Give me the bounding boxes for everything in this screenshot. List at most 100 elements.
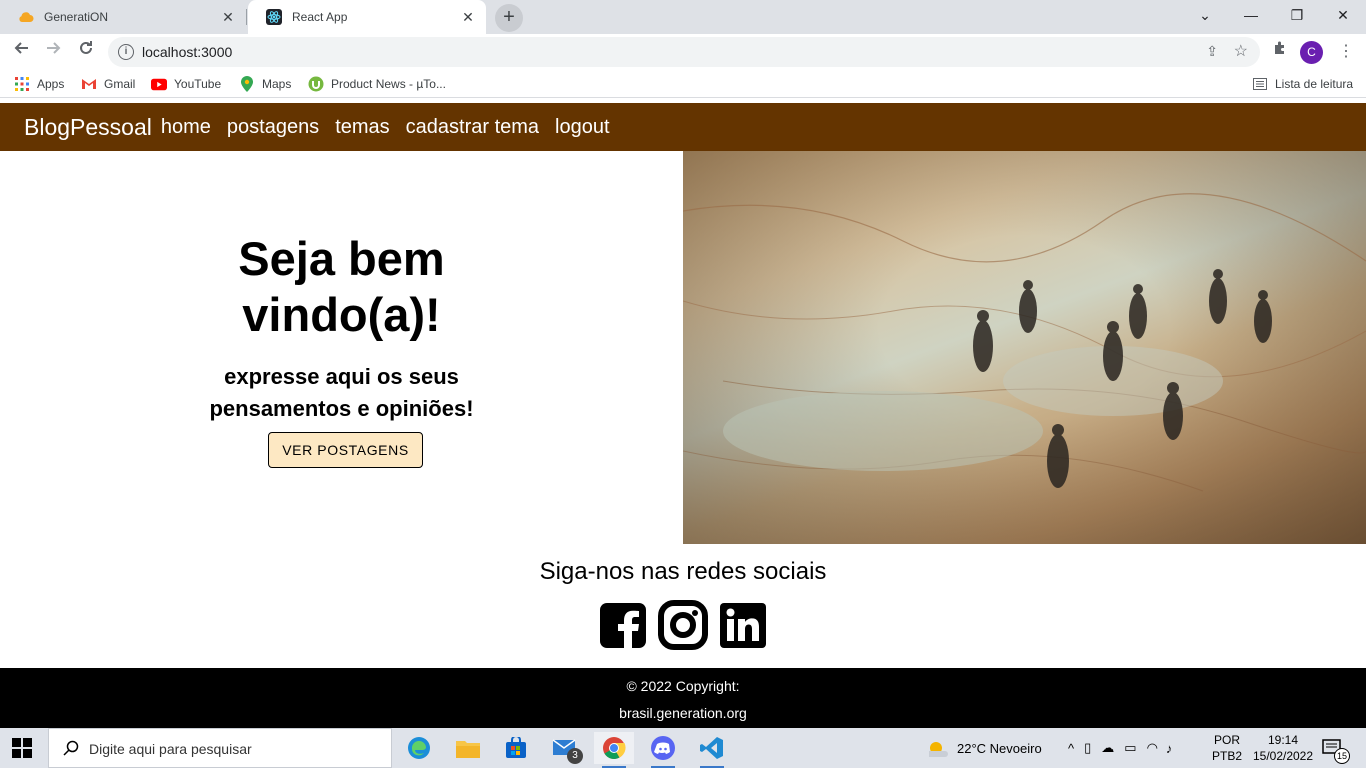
bookmark-gmail[interactable]: Gmail: [81, 75, 135, 93]
bookmark-label: Product News - µTo...: [331, 77, 446, 91]
gmail-icon: [81, 76, 97, 92]
react-icon: [266, 9, 282, 25]
language-code: POR: [1214, 733, 1241, 747]
page-footer: © 2022 Copyright: brasil.generation.org: [0, 668, 1366, 728]
site-info-icon[interactable]: i: [118, 44, 134, 60]
share-icon[interactable]: ⇪: [1206, 43, 1218, 60]
mail-badge: 3: [567, 748, 583, 764]
nav-home[interactable]: home: [161, 116, 211, 139]
bookmark-label: YouTube: [174, 77, 222, 91]
footer-link[interactable]: brasil.generation.org: [0, 705, 1366, 721]
tab-title: React App: [292, 10, 348, 24]
notification-count: 15: [1334, 748, 1350, 764]
meet-now-icon[interactable]: ▯: [1084, 740, 1091, 756]
clock[interactable]: 19:14 15/02/2022: [1248, 728, 1318, 768]
bookmark-star-icon[interactable]: ☆: [1234, 41, 1248, 61]
browser-tab-react-app[interactable]: React App ✕: [248, 0, 486, 34]
social-icons: [599, 600, 769, 652]
maps-pin-icon: [239, 76, 255, 92]
browser-tab-strip: GeneratiON ✕ React App ✕ + ⌄ — ❐ ✕: [0, 0, 1366, 34]
profile-avatar[interactable]: C: [1300, 41, 1323, 64]
windows-start-icon[interactable]: [12, 738, 32, 758]
cloud-icon: [18, 9, 34, 25]
mail-icon[interactable]: 3: [545, 732, 585, 764]
bookmark-label: Apps: [37, 77, 65, 91]
linkedin-icon[interactable]: [720, 600, 768, 650]
app-navbar: BlogPessoal home postagens temas cadastr…: [0, 103, 1366, 151]
new-tab-button[interactable]: +: [495, 4, 523, 32]
nav-temas[interactable]: temas: [335, 116, 389, 139]
browser-tab-generation[interactable]: GeneratiON ✕: [0, 0, 246, 34]
map-illustration: [683, 193, 1366, 492]
hero-title-line: Seja bem: [238, 232, 445, 285]
bookmark-product-news[interactable]: Product News - µTo...: [308, 75, 446, 93]
onedrive-icon[interactable]: ☁: [1101, 740, 1114, 756]
keyboard-layout: PTB2: [1212, 749, 1243, 763]
menu-kebab-icon[interactable]: ⋮: [1334, 40, 1358, 64]
address-bar[interactable]: i localhost:3000 ⇪ ☆: [108, 37, 1260, 67]
weather-sun-icon: [929, 742, 948, 757]
weather-widget[interactable]: 22°C Nevoeiro: [926, 728, 1042, 768]
hero-subtitle-line: expresse aqui os seus: [224, 364, 459, 389]
bookmark-label: Gmail: [104, 77, 136, 91]
battery-icon[interactable]: ▭: [1124, 740, 1136, 756]
microsoft-store-icon[interactable]: [496, 732, 536, 764]
tab-divider: [246, 9, 247, 25]
windows-taskbar: Digite aqui para pesquisar 3 22°C Nevoei…: [0, 728, 1366, 768]
instagram-icon[interactable]: [658, 600, 708, 650]
chevron-up-icon[interactable]: ^: [1068, 741, 1074, 756]
edge-icon[interactable]: [399, 732, 439, 764]
utorrent-icon: [308, 76, 324, 92]
address-text: localhost:3000: [142, 44, 233, 60]
footer-copyright: © 2022 Copyright:: [626, 678, 740, 694]
clock-date: 15/02/2022: [1252, 749, 1314, 763]
vscode-icon[interactable]: [692, 732, 732, 768]
hero-title: Seja bem vindo(a)!: [0, 231, 683, 343]
reading-list-button[interactable]: Lista de leitura: [1252, 75, 1353, 93]
ver-postagens-button[interactable]: VER POSTAGENS: [268, 432, 423, 468]
nav-logout[interactable]: logout: [555, 116, 610, 139]
browser-toolbar: i localhost:3000 ⇪ ☆ C ⋮: [0, 34, 1366, 70]
facebook-icon[interactable]: [599, 600, 647, 650]
reading-list-icon: [1252, 76, 1268, 92]
social-title: Siga-nos nas redes sociais: [539, 558, 827, 585]
search-icon: [63, 740, 79, 761]
wifi-icon[interactable]: ◠: [1147, 740, 1158, 756]
taskbar-search-placeholder: Digite aqui para pesquisar: [89, 741, 252, 757]
minimize-icon[interactable]: —: [1228, 0, 1274, 34]
bookmark-youtube[interactable]: YouTube: [151, 75, 221, 93]
tab-search-icon[interactable]: ⌄: [1182, 0, 1228, 34]
youtube-icon: [151, 76, 167, 92]
bookmarks-bar: Apps Gmail YouTube Maps Product News - µ…: [0, 70, 1366, 98]
bookmark-maps[interactable]: Maps: [239, 75, 291, 93]
restore-icon[interactable]: ❐: [1274, 0, 1320, 34]
hero-subtitle-line: pensamentos e opiniões!: [209, 396, 474, 421]
extensions-icon[interactable]: [1268, 40, 1292, 64]
close-tab-icon[interactable]: ✕: [460, 9, 476, 25]
file-explorer-icon[interactable]: [448, 732, 488, 764]
tray-icons[interactable]: ^ ▯ ☁ ▭ ◠ ♪: [1068, 728, 1172, 768]
forward-icon[interactable]: [42, 40, 66, 64]
tab-title: GeneratiON: [44, 10, 109, 24]
taskbar-search-input[interactable]: Digite aqui para pesquisar: [48, 728, 392, 768]
discord-icon[interactable]: [643, 732, 683, 768]
chrome-icon[interactable]: [594, 732, 634, 768]
nav-postagens[interactable]: postagens: [227, 116, 319, 139]
back-icon[interactable]: [9, 40, 33, 64]
hero-section: Seja bem vindo(a)! expresse aqui os seus…: [0, 151, 683, 544]
bookmark-label: Maps: [262, 77, 292, 91]
hero-map-image: [683, 151, 1366, 544]
nav-cadastrar-tema[interactable]: cadastrar tema: [406, 116, 539, 139]
reading-list-label: Lista de leitura: [1275, 77, 1354, 91]
hero-subtitle: expresse aqui os seus pensamentos e opin…: [0, 361, 683, 425]
close-window-icon[interactable]: ✕: [1320, 0, 1366, 34]
close-tab-icon[interactable]: ✕: [220, 9, 236, 25]
bookmark-apps[interactable]: Apps: [14, 75, 64, 93]
reload-icon[interactable]: [74, 40, 98, 64]
apps-grid-icon: [14, 76, 30, 92]
notifications-button[interactable]: 15: [1322, 728, 1350, 768]
weather-text: 22°C Nevoeiro: [957, 740, 1042, 756]
language-indicator[interactable]: POR PTB2: [1212, 728, 1242, 768]
brand-logo-text[interactable]: BlogPessoal: [24, 114, 152, 141]
volume-icon[interactable]: ♪: [1166, 741, 1173, 756]
